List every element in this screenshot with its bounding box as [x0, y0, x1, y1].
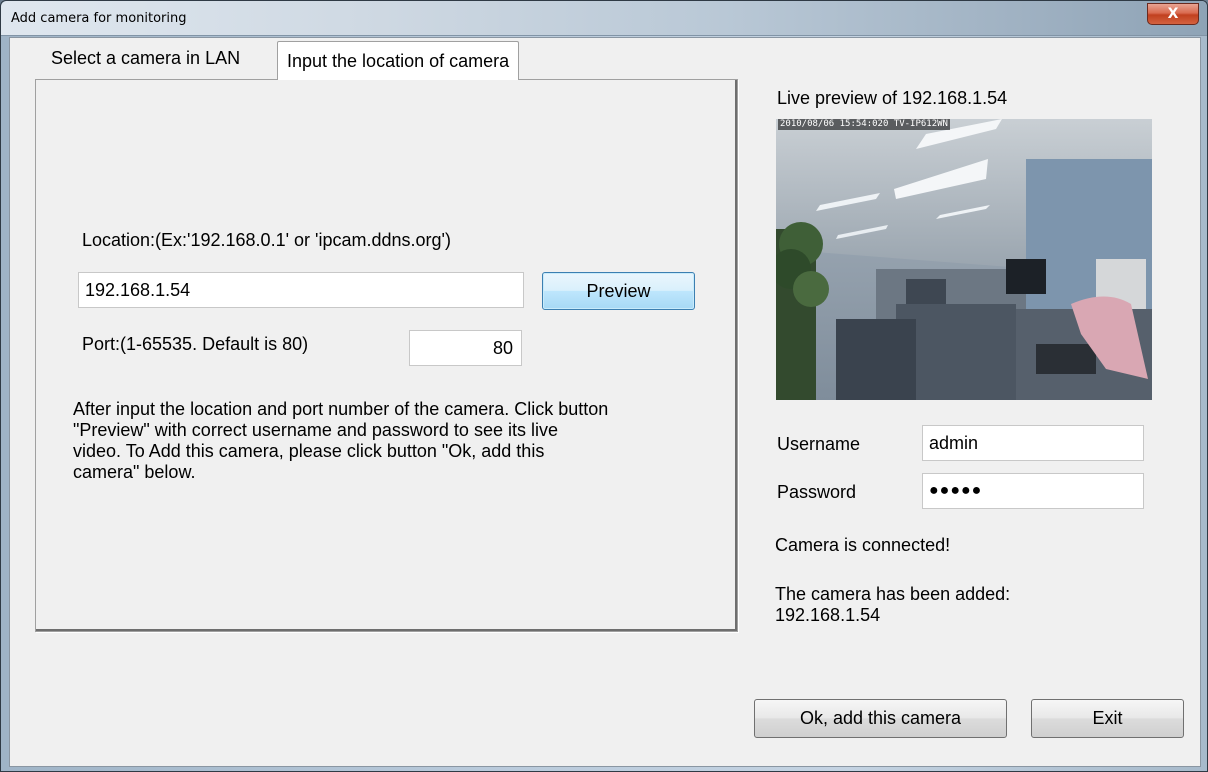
ok-add-camera-button[interactable]: Ok, add this camera: [754, 699, 1007, 738]
live-preview-title: Live preview of 192.168.1.54: [777, 88, 1008, 108]
close-button[interactable]: X: [1147, 3, 1199, 25]
username-label: Username: [777, 434, 861, 454]
tab-panel-input-location: [35, 79, 738, 632]
dialog-window: Add camera for monitoring X Select a cam…: [0, 0, 1208, 772]
window-title: Add camera for monitoring: [11, 11, 187, 26]
preview-button[interactable]: Preview: [542, 272, 695, 310]
close-icon: X: [1167, 6, 1179, 22]
password-label: Password: [777, 482, 857, 502]
tab-input-location[interactable]: Input the location of camera: [277, 41, 520, 80]
username-input[interactable]: [922, 425, 1144, 461]
password-input[interactable]: ●●●●●: [922, 473, 1144, 509]
title-bar[interactable]: Add camera for monitoring X: [1, 1, 1207, 36]
camera-feed-image: [776, 119, 1152, 400]
port-label: Port:(1-65535. Default is 80): [82, 334, 309, 354]
live-preview-video: 2010/08/06 15:54:020 TV-IP612WN: [776, 119, 1152, 400]
instructions-text: After input the location and port number…: [73, 399, 609, 482]
video-timestamp-overlay: 2010/08/06 15:54:020 TV-IP612WN: [778, 119, 950, 130]
location-input[interactable]: [78, 272, 524, 308]
exit-button[interactable]: Exit: [1031, 699, 1184, 738]
added-status: The camera has been added: 192.168.1.54: [775, 584, 1011, 625]
tab-select-camera-lan[interactable]: Select a camera in LAN: [43, 43, 248, 73]
port-input[interactable]: [409, 330, 522, 366]
location-label: Location:(Ex:'192.168.0.1' or 'ipcam.ddn…: [82, 230, 451, 250]
connection-status: Camera is connected!: [775, 535, 951, 555]
